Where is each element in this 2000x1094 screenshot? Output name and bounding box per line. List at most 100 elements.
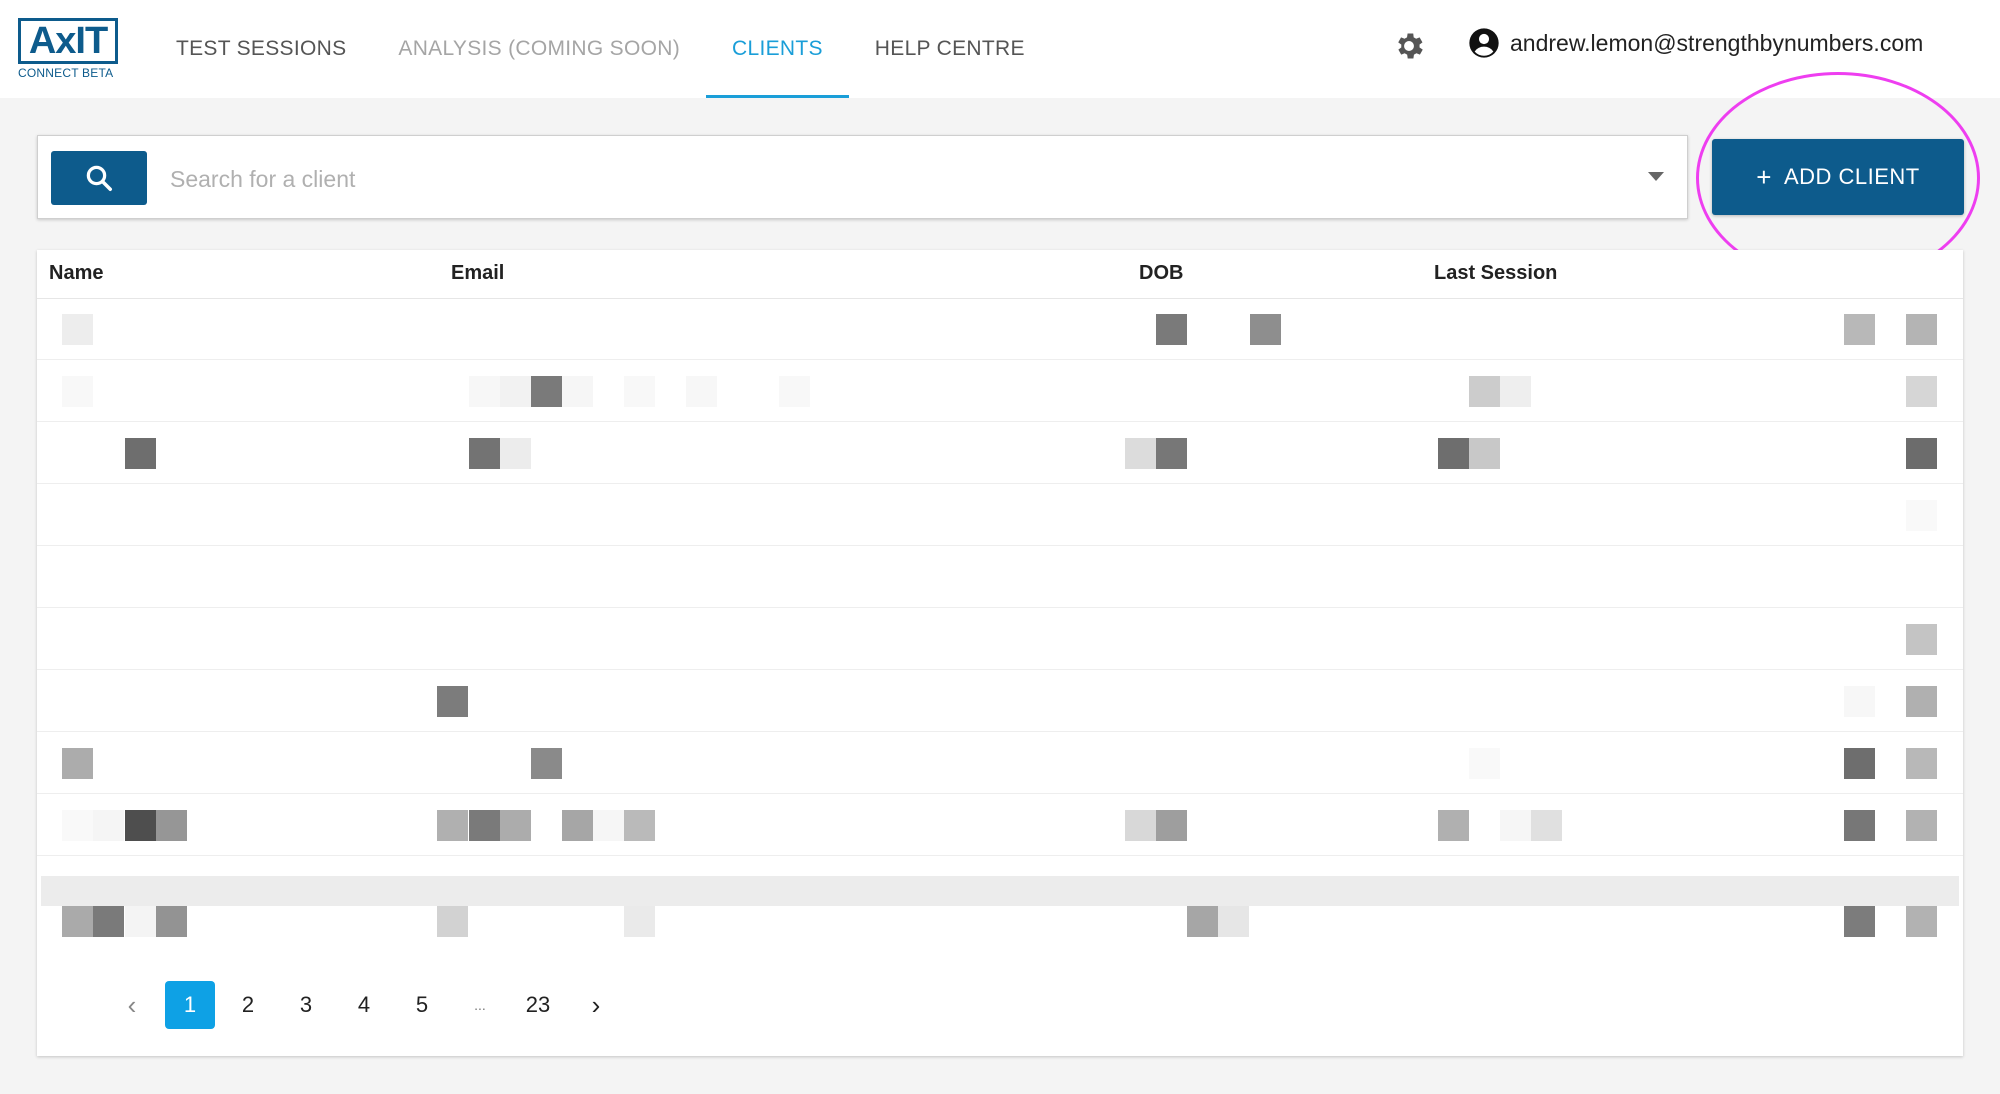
table-row[interactable] xyxy=(37,546,1963,608)
page-button-3[interactable]: 3 xyxy=(281,981,331,1029)
redacted-block xyxy=(156,810,187,841)
table-row[interactable] xyxy=(37,732,1963,794)
redacted-block xyxy=(562,810,593,841)
top-navbar: AxIT CONNECT BETA TEST SESSIONS ANALYSIS… xyxy=(0,0,2000,98)
client-search-box xyxy=(37,135,1688,219)
redacted-block xyxy=(1125,810,1156,841)
column-header-last-session[interactable]: Last Session xyxy=(1434,262,1557,285)
redacted-block xyxy=(686,376,717,407)
table-row[interactable] xyxy=(37,794,1963,856)
page-button-4[interactable]: 4 xyxy=(339,981,389,1029)
column-header-dob[interactable]: DOB xyxy=(1139,262,1183,285)
account-circle-icon xyxy=(1469,28,1499,58)
redacted-block xyxy=(500,810,531,841)
redacted-block xyxy=(1844,810,1875,841)
table-row[interactable] xyxy=(37,484,1963,546)
redacted-block xyxy=(1469,748,1500,779)
nav-clients[interactable]: CLIENTS xyxy=(706,0,849,98)
page-ellipsis: ... xyxy=(474,997,486,1013)
redacted-block xyxy=(62,810,93,841)
redacted-block xyxy=(624,810,655,841)
redacted-block xyxy=(1906,438,1937,469)
redacted-block xyxy=(125,810,156,841)
redacted-block xyxy=(1906,500,1937,531)
redacted-block xyxy=(593,810,624,841)
redacted-block xyxy=(562,376,593,407)
table-row[interactable] xyxy=(37,422,1963,484)
app-logo[interactable]: AxIT CONNECT BETA xyxy=(18,18,122,80)
page-button-5[interactable]: 5 xyxy=(397,981,447,1029)
table-row[interactable] xyxy=(37,906,1963,968)
search-input[interactable] xyxy=(168,156,1612,202)
table-row[interactable] xyxy=(37,608,1963,670)
page-button-23[interactable]: 23 xyxy=(513,981,563,1029)
redacted-block xyxy=(1438,810,1469,841)
user-menu[interactable]: andrew.lemon@strengthbynumbers.com xyxy=(1468,27,1923,59)
redacted-block xyxy=(1438,438,1469,469)
main-nav: TEST SESSIONS ANALYSIS (COMING SOON) CLI… xyxy=(150,0,1051,98)
redacted-block xyxy=(1906,748,1937,779)
search-icon xyxy=(86,165,112,191)
redacted-block xyxy=(1844,314,1875,345)
redacted-block xyxy=(1906,624,1937,655)
redacted-block xyxy=(1500,810,1531,841)
redacted-block xyxy=(1250,314,1281,345)
redacted-block xyxy=(1218,906,1249,937)
redacted-block xyxy=(1156,314,1187,345)
pagination: ‹ 1 2 3 4 5 ... 23 › xyxy=(107,980,629,1030)
redacted-block xyxy=(1156,438,1187,469)
gear-icon[interactable] xyxy=(1392,29,1426,63)
redacted-block xyxy=(500,438,531,469)
redacted-block xyxy=(62,748,93,779)
redacted-block xyxy=(1906,686,1937,717)
next-page-button[interactable]: › xyxy=(571,981,621,1029)
redacted-block xyxy=(437,686,468,717)
redacted-block xyxy=(779,376,810,407)
logo-subtitle: CONNECT BETA xyxy=(18,66,114,80)
redacted-block xyxy=(437,906,468,937)
redacted-block xyxy=(1906,314,1937,345)
redacted-block xyxy=(624,906,655,937)
redacted-block xyxy=(624,376,655,407)
column-header-email[interactable]: Email xyxy=(451,262,504,285)
page-button-1[interactable]: 1 xyxy=(165,981,215,1029)
table-row-hover-band xyxy=(41,876,1959,906)
redacted-block xyxy=(1500,376,1531,407)
redacted-block xyxy=(1156,810,1187,841)
redacted-block xyxy=(1125,438,1156,469)
redacted-block xyxy=(1844,906,1875,937)
redacted-block xyxy=(62,906,93,937)
redacted-block xyxy=(1844,748,1875,779)
redacted-block xyxy=(469,376,500,407)
search-button[interactable] xyxy=(51,151,147,205)
table-row[interactable] xyxy=(37,670,1963,732)
prev-page-button[interactable]: ‹ xyxy=(107,981,157,1029)
logo-mark: AxIT xyxy=(18,18,118,64)
table-row[interactable] xyxy=(37,360,1963,422)
column-header-name[interactable]: Name xyxy=(49,262,103,285)
redacted-block xyxy=(531,376,562,407)
redacted-block xyxy=(1844,686,1875,717)
redacted-block xyxy=(437,810,468,841)
clients-table: Name Email DOB Last Session ‹ 1 2 3 4 5 … xyxy=(37,250,1963,1056)
redacted-block xyxy=(156,906,187,937)
redacted-block xyxy=(1531,810,1562,841)
redacted-block xyxy=(500,376,531,407)
nav-help-centre[interactable]: HELP CENTRE xyxy=(849,0,1051,98)
redacted-block xyxy=(531,748,562,779)
page-button-2[interactable]: 2 xyxy=(223,981,273,1029)
redacted-block xyxy=(62,376,93,407)
table-row[interactable] xyxy=(37,298,1963,360)
redacted-block xyxy=(1906,906,1937,937)
redacted-block xyxy=(93,906,124,937)
user-email: andrew.lemon@strengthbynumbers.com xyxy=(1510,29,1924,56)
redacted-block xyxy=(1187,906,1218,937)
redacted-block xyxy=(125,438,156,469)
redacted-block xyxy=(1469,376,1500,407)
chevron-down-icon[interactable] xyxy=(1648,172,1664,181)
redacted-block xyxy=(469,438,500,469)
redacted-block xyxy=(469,810,500,841)
nav-test-sessions[interactable]: TEST SESSIONS xyxy=(150,0,372,98)
redacted-block xyxy=(1469,438,1500,469)
table-header: Name Email DOB Last Session xyxy=(37,250,1963,299)
